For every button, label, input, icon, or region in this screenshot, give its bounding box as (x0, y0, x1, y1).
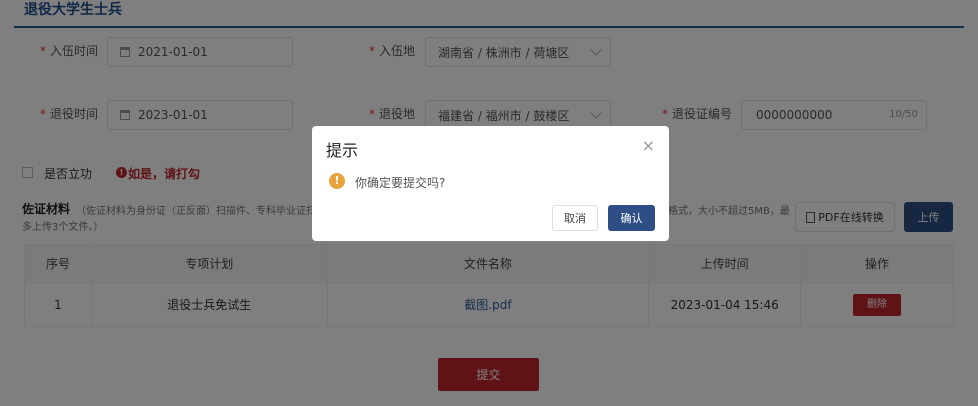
close-icon[interactable]: × (642, 136, 655, 155)
confirm-button[interactable]: 确认 (608, 205, 655, 231)
warning-icon: ! (329, 173, 345, 189)
dialog-title: 提示 (326, 141, 359, 160)
cancel-button[interactable]: 取消 (552, 205, 598, 231)
confirm-dialog: 提示 × ! 你确定要提交吗? 取消 确认 (312, 126, 669, 241)
dialog-message: 你确定要提交吗? (355, 176, 446, 190)
